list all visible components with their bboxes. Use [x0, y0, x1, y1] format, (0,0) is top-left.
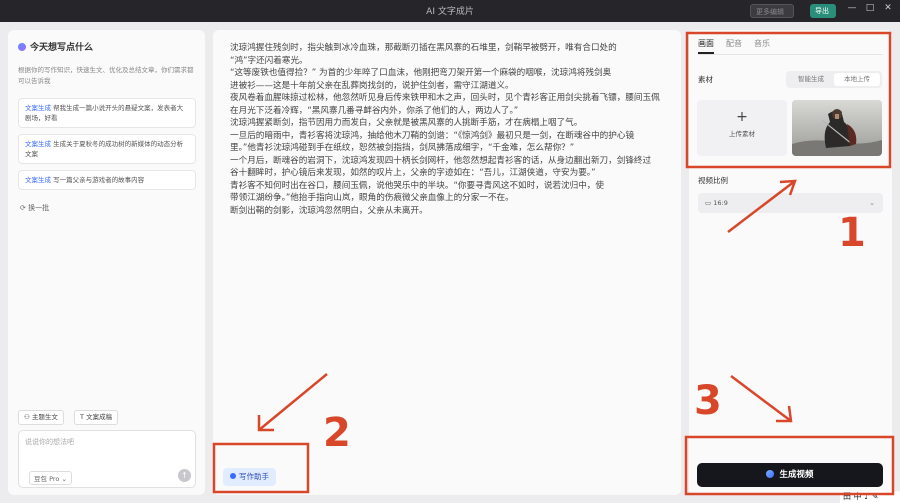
script-line[interactable]: “鸿”字还闪着寒光。	[230, 55, 670, 68]
suggestion-card[interactable]: 文案生成 帮我生成一篇小说开头的悬疑文案，发表者大剧场，好看	[18, 98, 196, 128]
script-line[interactable]: 沈琼鸿握住残剑时，指尖触到冰冷血珠，那截断刃插在黑风寨的石堆里，剑鞘早被劈开，唯…	[230, 42, 670, 55]
script-line[interactable]: 一个月后，断魂谷的岩洞下，沈琼鸿发现四十柄长剑网杆，他忽然想起青衫客的话，从身边…	[230, 155, 670, 168]
script-line[interactable]: 断剑出鞘的剑影，沈琼鸿忽然明白，父亲从未离开。	[230, 205, 670, 218]
maximize-icon[interactable]: □	[864, 3, 876, 17]
sparkle-icon: ⚇	[24, 413, 30, 421]
more-edit-button[interactable]: 更多编辑	[750, 4, 794, 18]
chevron-down-icon: ⌄	[61, 475, 67, 483]
script-line[interactable]: 谷十翻眸时，护心镜后来发现，如然的叹片上，父亲的字迹如在：“吾儿，江湖侠道，守安…	[230, 167, 670, 180]
script-line[interactable]: 沈琼鸿握紧断剑，指节因用力而发白，父亲就是被黑风寨的人挑断手筋，才在病榻上咽了气…	[230, 117, 670, 130]
panel-heading: 今天想写点什么	[18, 40, 93, 53]
upload-label: 上传素材	[729, 130, 755, 138]
script-text[interactable]: 沈琼鸿握住残剑时，指尖触到冰冷血珠，那截断刃插在黑风寨的石堆里，剑鞘早被劈开，唯…	[230, 42, 670, 217]
suggestion-card[interactable]: 文案生成 写一篇父亲与游戏者的故事内容	[18, 170, 196, 190]
video-settings-panel: 画面 配音 音乐 素材 智能生成 本地上传 + 上传素材 视频比例 ▭ 16:9…	[689, 30, 892, 495]
ai-orb-icon	[18, 43, 26, 51]
smart-generate-option[interactable]: 智能生成	[788, 73, 834, 86]
tab-visuals[interactable]: 画面	[698, 38, 714, 54]
local-upload-option[interactable]: 本地上传	[834, 73, 880, 86]
refresh-suggestions-button[interactable]: ⟳ 换一批	[20, 203, 49, 213]
script-line[interactable]: “这等废铁也值得捡？” 为首的少年啐了口血沫，他刚把弯刀架开第一个麻袋的咽喉，沈…	[230, 67, 670, 80]
suggestion-tag: 文案生成	[25, 104, 51, 112]
swordsman-image	[792, 100, 882, 156]
minimize-icon[interactable]: —	[846, 3, 858, 17]
material-label: 素材	[698, 75, 713, 84]
theme-writing-chip[interactable]: ⚇ 主题生文	[18, 410, 64, 425]
suggestion-card[interactable]: 文案生成 生成关于夏秋冬的成功树的新媒体的动态分析文案	[18, 134, 196, 164]
tab-voiceover[interactable]: 配音	[726, 38, 742, 52]
script-line[interactable]: 青衫客不知何时出在谷口，腰间玉佩，说他哭乐中的半块。“你要寻青风这不如时，说若沈…	[230, 180, 670, 193]
plus-icon: +	[736, 109, 748, 125]
model-select[interactable]: 豆包 Pro ⌄	[29, 471, 72, 485]
generate-video-button[interactable]: 生成视频	[697, 463, 883, 487]
material-thumbnail[interactable]	[792, 100, 882, 156]
ai-orb-icon	[766, 470, 775, 478]
script-line[interactable]: 进被衫——这是十年前父亲在乱葬岗找剑的，说护住剑者，需守江湖道义。	[230, 80, 670, 93]
panel-description: 根据你的写作知识，快速生文、优化及总结文章，你们需求都可以告诉我	[18, 66, 194, 85]
script-line[interactable]: 夜风卷着血腥味掠过松林，他忽然听见身后传来铁甲和木之声，回头时，见个青衫客正用剑…	[230, 92, 670, 105]
export-button[interactable]: 导出	[810, 4, 836, 18]
suggestion-tag: 文案生成	[25, 176, 51, 184]
script-line[interactable]: 里。”他青衫沈琼鸿碰到手在纸纹，恕然被剑指挡，剑凤拂落成细字，“千金难，怎么帮你…	[230, 142, 670, 155]
send-button[interactable]: ↑	[178, 469, 191, 482]
upload-material-tile[interactable]: + 上传素材	[697, 100, 787, 156]
prompt-box[interactable]: 说说你的想法吧 豆包 Pro ⌄ ↑	[18, 430, 196, 488]
writing-assistant-button[interactable]: 写作助手	[223, 468, 276, 486]
refresh-icon: ⟳	[20, 204, 26, 212]
prompt-input[interactable]: 说说你的想法吧	[25, 437, 185, 447]
screen-icon: ▭	[705, 199, 712, 207]
tabs-divider	[698, 54, 883, 55]
ai-writing-panel: 今天想写点什么 根据你的写作知识，快速生文、优化及总结文章，你们需求都可以告诉我…	[8, 30, 205, 495]
aspect-ratio-label: 视频比例	[698, 176, 728, 185]
aspect-ratio-select[interactable]: ▭ 16:9 ⌄	[698, 193, 883, 213]
suggestion-tag: 文案生成	[25, 140, 51, 148]
ime-indicator: 田 中 ♪ ✎	[840, 491, 900, 503]
text-draft-chip[interactable]: T 文案成稿	[74, 410, 119, 425]
chevron-down-icon: ⌄	[869, 199, 875, 207]
title-bar: AI 文字成片 更多编辑 导出 — □ ✕	[0, 0, 900, 22]
ai-orb-icon	[230, 473, 236, 479]
script-line[interactable]: 在月光下泛着冷辉，“黑风寨几番寻衅谷内外，你杀了他们的人，两边人了。”	[230, 105, 670, 118]
script-line[interactable]: 一旦后的暗雨中，青衫客将沈琼鸿，抽给他木刀鞘的剑谱：“《惊鸿剑》最初只是一剑，在…	[230, 130, 670, 143]
script-line[interactable]: 带领江湖纷争。”他抬手指向山岚，眼角的伤痕微父亲血像上的分家一不在。	[230, 192, 670, 205]
suggestion-text: 写一篇父亲与游戏者的故事内容	[53, 176, 145, 184]
close-icon[interactable]: ✕	[882, 3, 894, 17]
script-editor[interactable]: 沈琼鸿握住残剑时，指尖触到冰冷血珠，那截断刃插在黑风寨的石堆里，剑鞘早被劈开，唯…	[213, 30, 681, 495]
tab-music[interactable]: 音乐	[754, 38, 770, 52]
material-source-toggle: 智能生成 本地上传	[786, 71, 882, 88]
settings-tabs: 画面 配音 音乐	[698, 38, 782, 54]
text-icon: T	[80, 413, 84, 421]
